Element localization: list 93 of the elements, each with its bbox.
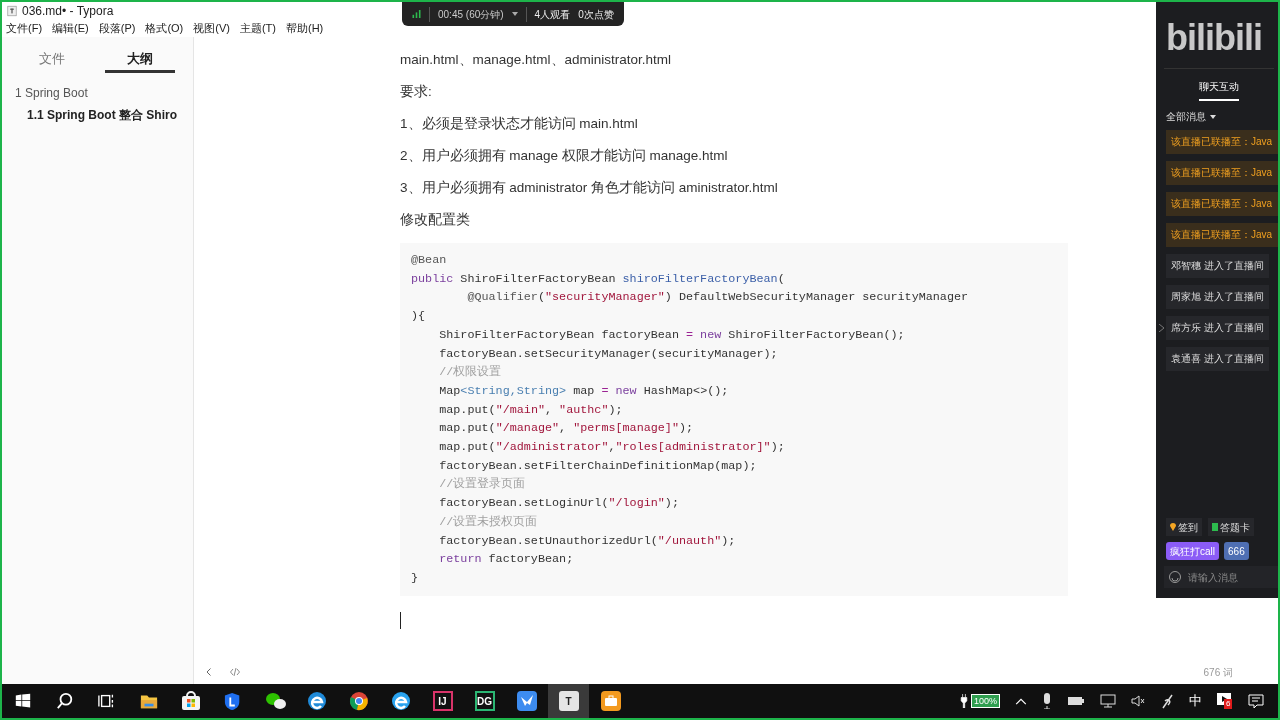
menu-item[interactable]: 文件(F) xyxy=(6,20,43,37)
paragraph: 3、用户必须拥有 administrator 角色才能访问 aministrator.html xyxy=(400,179,779,197)
code-line: return factoryBean; xyxy=(438,551,575,569)
code-line: public ShiroFilterFactoryBean shiroFilterFactoryBean( xyxy=(411,270,786,288)
task-view-icon xyxy=(97,692,116,710)
search-icon xyxy=(55,692,74,710)
plug-icon xyxy=(959,694,968,708)
battery-indicator: 100% xyxy=(970,694,1000,708)
app-logo: IJ xyxy=(432,691,453,711)
code-line: map.put("/manage", "perms[manage]"); xyxy=(438,420,695,438)
caret-icon xyxy=(1210,114,1216,119)
menu-item[interactable]: 主题(T) xyxy=(239,20,276,37)
quick-reply-button[interactable]: 疯狂打call xyxy=(1166,542,1219,560)
code-line: factoryBean.setUnauthorizedUrl("/unauth"); xyxy=(438,532,737,550)
taskbar-button[interactable]: T xyxy=(548,684,589,718)
card-icon xyxy=(1212,523,1218,531)
paragraph: 修改配置类 xyxy=(400,211,471,229)
code-line: map.put("/administrator","roles[administrator]"); xyxy=(438,439,786,457)
briefcase-icon xyxy=(600,691,621,711)
app-logo: T xyxy=(558,691,579,711)
monitor-icon xyxy=(1100,694,1116,708)
chat-message: 该直播已联播至：Java xyxy=(1166,130,1278,154)
menu-item[interactable]: 帮助(H) xyxy=(286,20,324,37)
sidebar-tab[interactable]: 大纲 xyxy=(105,47,175,73)
viewer-count: 4人观看 xyxy=(525,6,571,22)
chat-message: 袁通喜 进入了直播间 xyxy=(1166,347,1269,371)
outline-item[interactable]: 1.1 Spring Boot 整合 Shiro xyxy=(15,107,193,123)
signal-icon xyxy=(412,10,421,18)
word-count: 676 词 xyxy=(1203,665,1233,680)
ime-indicator[interactable]: 中 xyxy=(1189,691,1202,711)
expand-icon xyxy=(1159,324,1164,332)
stream-duration: 00:45 (60分钟) xyxy=(429,6,504,22)
menu-item[interactable]: 格式(O) xyxy=(145,20,184,37)
paragraph: 1、必须是登录状态才能访问 main.html xyxy=(400,115,639,133)
chat-message: 该直播已联播至：Java xyxy=(1166,223,1278,247)
message-input[interactable]: 请输入消息 xyxy=(1164,566,1278,588)
windows-icon xyxy=(14,693,31,709)
paragraph: main.html、manage.html、administrator.html xyxy=(400,51,673,69)
message-filter[interactable]: 全部消息 xyxy=(1166,109,1216,124)
code-line: @Bean xyxy=(411,252,448,269)
menu-item[interactable]: 视图(V) xyxy=(193,20,230,37)
document-icon xyxy=(6,5,18,17)
microphone-icon xyxy=(1042,693,1052,709)
source-code-icon xyxy=(228,667,242,677)
code-line: } xyxy=(411,569,420,587)
chevron-up-icon xyxy=(1015,697,1027,705)
code-line: //设置未授权页面 xyxy=(438,513,539,531)
code-line: factoryBean.setFilterChainDefinitionMap(map); xyxy=(438,457,758,475)
chat-bubbles-icon xyxy=(263,691,286,711)
code-line: ){ xyxy=(411,308,427,326)
text-cursor xyxy=(400,611,401,629)
store-icon xyxy=(180,691,201,711)
sidebar-tab[interactable]: 文件 xyxy=(17,47,87,73)
menu-item[interactable]: 编辑(E) xyxy=(52,20,89,37)
code-line: Map<String,String> map = new HashMap<>(); xyxy=(438,382,730,400)
outline-item[interactable]: 1 Spring Boot xyxy=(15,85,193,101)
taskbar-button[interactable]: DG xyxy=(464,684,505,718)
pen-icon xyxy=(1160,693,1174,709)
caret-icon xyxy=(511,12,518,16)
location-pin-icon xyxy=(1170,523,1176,531)
like-count: 0次点赞 xyxy=(578,7,614,22)
action-center-icon xyxy=(1248,694,1264,708)
live-action-button[interactable]: 签到 xyxy=(1166,518,1202,536)
notification-badge: 6 xyxy=(1224,699,1233,709)
quick-reply-button[interactable]: 666 xyxy=(1224,542,1249,560)
code-line: map.put("/main", "authc"); xyxy=(438,401,624,419)
chrome-icon xyxy=(348,691,369,711)
live-action-button[interactable]: 答题卡 xyxy=(1208,518,1254,536)
chat-message: 该直播已联播至：Java xyxy=(1166,161,1278,185)
code-line: ShiroFilterFactoryBean factoryBean = new ShiroFilterFactoryBean(); xyxy=(438,326,906,344)
chat-message: 周家旭 进入了直播间 xyxy=(1166,285,1269,309)
menu-item[interactable]: 段落(P) xyxy=(98,20,136,37)
chat-tab[interactable]: 聊天互动 xyxy=(1199,79,1239,101)
paragraph: 要求: xyxy=(400,83,433,101)
code-line: @Qualifier("securityManager") DefaultWebSecurityManager securityManager xyxy=(466,289,970,307)
chat-message: 该直播已联播至：Java xyxy=(1166,192,1278,216)
window-title: 036.md• - Typora xyxy=(22,3,114,20)
paragraph: 2、用户必须拥有 manage 权限才能访问 manage.html xyxy=(400,147,729,165)
chat-message: 席方乐 进入了直播间 xyxy=(1166,316,1269,340)
app-logo: DG xyxy=(474,691,495,711)
code-line: //权限设置 xyxy=(438,364,503,382)
code-line: //设置登录页面 xyxy=(438,476,527,494)
code-line: factoryBean.setLoginUrl("/login"); xyxy=(438,495,680,513)
code-line: factoryBean.setSecurityManager(securityManager); xyxy=(438,345,779,363)
battery-icon xyxy=(1067,696,1085,706)
bird-icon xyxy=(516,691,537,711)
mute-icon xyxy=(1131,695,1145,707)
taskbar-button[interactable]: IJ xyxy=(422,684,463,718)
logo: bilibili xyxy=(1165,16,1263,60)
emoji-icon xyxy=(1169,571,1181,583)
shield-icon xyxy=(223,691,242,711)
chat-message: 邓智穗 进入了直播间 xyxy=(1166,254,1269,278)
back-icon xyxy=(204,667,214,677)
